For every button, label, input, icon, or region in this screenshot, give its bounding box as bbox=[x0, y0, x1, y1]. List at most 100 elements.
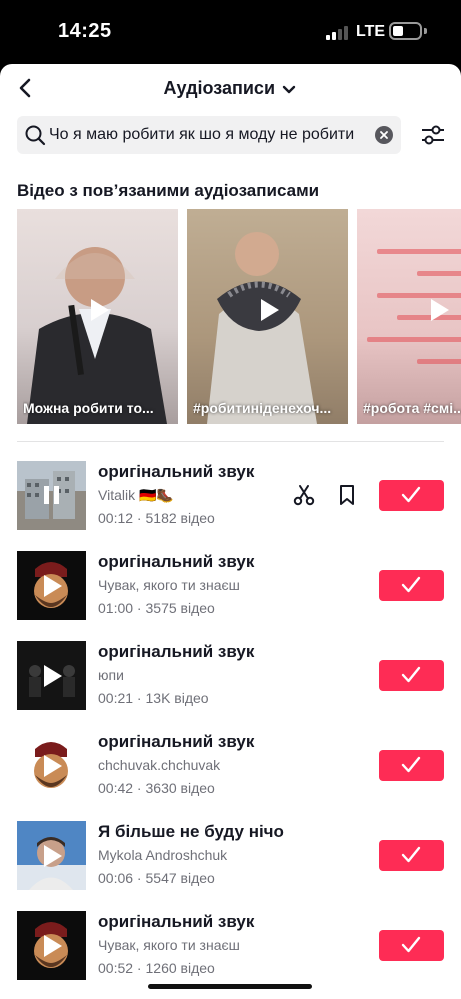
sound-video-count: 5182 відео bbox=[145, 510, 215, 526]
battery-icon bbox=[389, 22, 422, 40]
search-icon bbox=[25, 125, 46, 146]
sound-author: chchuvak.chchuvak bbox=[98, 757, 221, 773]
divider bbox=[17, 441, 444, 442]
play-icon bbox=[44, 935, 62, 957]
sound-title: оригінальний звук bbox=[98, 642, 255, 661]
scissors-icon bbox=[293, 485, 315, 506]
related-videos-title: Відео з пов’язаними аудіозаписами bbox=[17, 181, 320, 200]
sound-video-count: 1260 відео bbox=[145, 960, 215, 976]
use-sound-button[interactable] bbox=[379, 480, 444, 511]
sound-video-count: 3630 відео bbox=[145, 780, 215, 796]
checkmark-icon bbox=[401, 486, 421, 503]
chevron-down-icon bbox=[283, 85, 296, 93]
sound-author: Чувак, якого ти знаєш bbox=[98, 577, 240, 593]
sound-author: Чувак, якого ти знаєш bbox=[98, 937, 240, 953]
play-icon bbox=[430, 299, 449, 322]
page-title: Аудіозаписи bbox=[163, 78, 276, 98]
sound-duration: 01:00 bbox=[98, 600, 134, 616]
cut-button[interactable] bbox=[292, 483, 316, 507]
sound-thumbnail[interactable] bbox=[17, 461, 86, 530]
sound-row[interactable]: оригінальний звук Чувак, якого ти знаєш … bbox=[0, 551, 461, 641]
related-video[interactable]: #робитиніденехоч... bbox=[187, 209, 348, 424]
checkmark-icon bbox=[401, 936, 421, 953]
video-caption: Можна робити то... bbox=[23, 400, 154, 416]
sound-duration: 00:12 bbox=[98, 510, 134, 526]
pause-icon bbox=[44, 486, 59, 504]
status-bar: 14:25 LTE bbox=[0, 0, 461, 64]
meta-separator: · bbox=[133, 510, 146, 526]
sound-duration: 00:21 bbox=[98, 690, 134, 706]
sound-thumbnail[interactable] bbox=[17, 731, 86, 800]
sound-title: оригінальний звук bbox=[98, 732, 255, 751]
use-sound-button[interactable] bbox=[379, 840, 444, 871]
meta-separator: · bbox=[133, 600, 146, 616]
related-videos: Можна робити то... #робитиніденехоч... #… bbox=[17, 209, 461, 424]
play-icon bbox=[44, 845, 62, 867]
sound-author: Mykola Androshchuk bbox=[98, 847, 228, 863]
sound-duration: 00:52 bbox=[98, 960, 134, 976]
sound-author: юпи bbox=[98, 667, 124, 683]
checkmark-icon bbox=[401, 576, 421, 593]
sound-meta: 00:12 · 5182 відео bbox=[98, 510, 215, 526]
sound-title: оригінальний звук bbox=[98, 912, 255, 931]
play-icon bbox=[44, 575, 62, 597]
sound-meta: 00:06 · 5547 відео bbox=[98, 870, 215, 886]
sound-thumbnail[interactable] bbox=[17, 551, 86, 620]
battery-tip bbox=[424, 28, 427, 34]
video-caption: #робота #смі... bbox=[363, 400, 461, 416]
play-icon bbox=[44, 665, 62, 687]
sound-video-count: 5547 відео bbox=[145, 870, 215, 886]
sound-title: оригінальний звук bbox=[98, 462, 255, 481]
status-time: 14:25 bbox=[58, 20, 112, 42]
clear-button[interactable] bbox=[375, 126, 393, 144]
checkmark-icon bbox=[401, 666, 421, 683]
meta-separator: · bbox=[133, 870, 146, 886]
filter-sliders-icon bbox=[422, 125, 444, 145]
sound-author: Vitalik 🇩🇪🥾 bbox=[98, 487, 174, 503]
sound-row[interactable]: Я більше не буду нічо Mykola Androshchuk… bbox=[0, 821, 461, 911]
sound-meta: 01:00 · 3575 відео bbox=[98, 600, 215, 616]
use-sound-button[interactable] bbox=[379, 750, 444, 781]
bookmark-button[interactable] bbox=[336, 483, 358, 507]
sound-thumbnail[interactable] bbox=[17, 821, 86, 890]
network-label: LTE bbox=[356, 23, 386, 40]
home-indicator[interactable] bbox=[148, 984, 312, 989]
sound-meta: 00:52 · 1260 відео bbox=[98, 960, 215, 976]
meta-separator: · bbox=[133, 690, 146, 706]
filter-button[interactable] bbox=[420, 122, 446, 148]
sound-duration: 00:42 bbox=[98, 780, 134, 796]
search-bar[interactable]: Чо я маю робити як шо я моду не робити bbox=[17, 116, 401, 154]
use-sound-button[interactable] bbox=[379, 930, 444, 961]
sound-row[interactable]: оригінальний звук chchuvak.chchuvak 00:4… bbox=[0, 731, 461, 821]
play-icon bbox=[260, 299, 279, 322]
sound-thumbnail[interactable] bbox=[17, 911, 86, 980]
sound-row[interactable]: оригінальний звук Vitalik 🇩🇪🥾 00:12 · 51… bbox=[0, 461, 461, 551]
header: Аудіозаписи bbox=[0, 64, 461, 112]
use-sound-button[interactable] bbox=[379, 660, 444, 691]
bookmark-icon bbox=[340, 485, 354, 505]
sound-video-count: 13K відео bbox=[145, 690, 209, 706]
title-dropdown[interactable]: Аудіозаписи bbox=[0, 78, 461, 99]
play-icon bbox=[90, 299, 109, 322]
clear-icon bbox=[380, 131, 388, 139]
sound-meta: 00:42 · 3630 відео bbox=[98, 780, 215, 796]
related-video[interactable]: Можна робити то... bbox=[17, 209, 178, 424]
play-icon bbox=[44, 755, 62, 777]
sound-title: Я більше не буду нічо bbox=[98, 822, 284, 841]
sound-thumbnail[interactable] bbox=[17, 641, 86, 710]
checkmark-icon bbox=[401, 756, 421, 773]
meta-separator: · bbox=[133, 960, 146, 976]
sound-row[interactable]: оригінальний звук юпи 00:21 · 13K відео bbox=[0, 641, 461, 731]
use-sound-button[interactable] bbox=[379, 570, 444, 601]
checkmark-icon bbox=[401, 846, 421, 863]
sound-title: оригінальний звук bbox=[98, 552, 255, 571]
sound-video-count: 3575 відео bbox=[145, 600, 215, 616]
related-video[interactable]: #робота #смі... bbox=[357, 209, 461, 424]
signal-icon bbox=[326, 24, 350, 40]
sound-duration: 00:06 bbox=[98, 870, 134, 886]
sound-meta: 00:21 · 13K відео bbox=[98, 690, 209, 706]
meta-separator: · bbox=[133, 780, 146, 796]
video-caption: #робитиніденехоч... bbox=[193, 400, 332, 416]
audio-sheet: Аудіозаписи Чо я маю робити як шо я моду… bbox=[0, 64, 461, 999]
search-input[interactable]: Чо я маю робити як шо я моду не робити bbox=[49, 126, 379, 144]
